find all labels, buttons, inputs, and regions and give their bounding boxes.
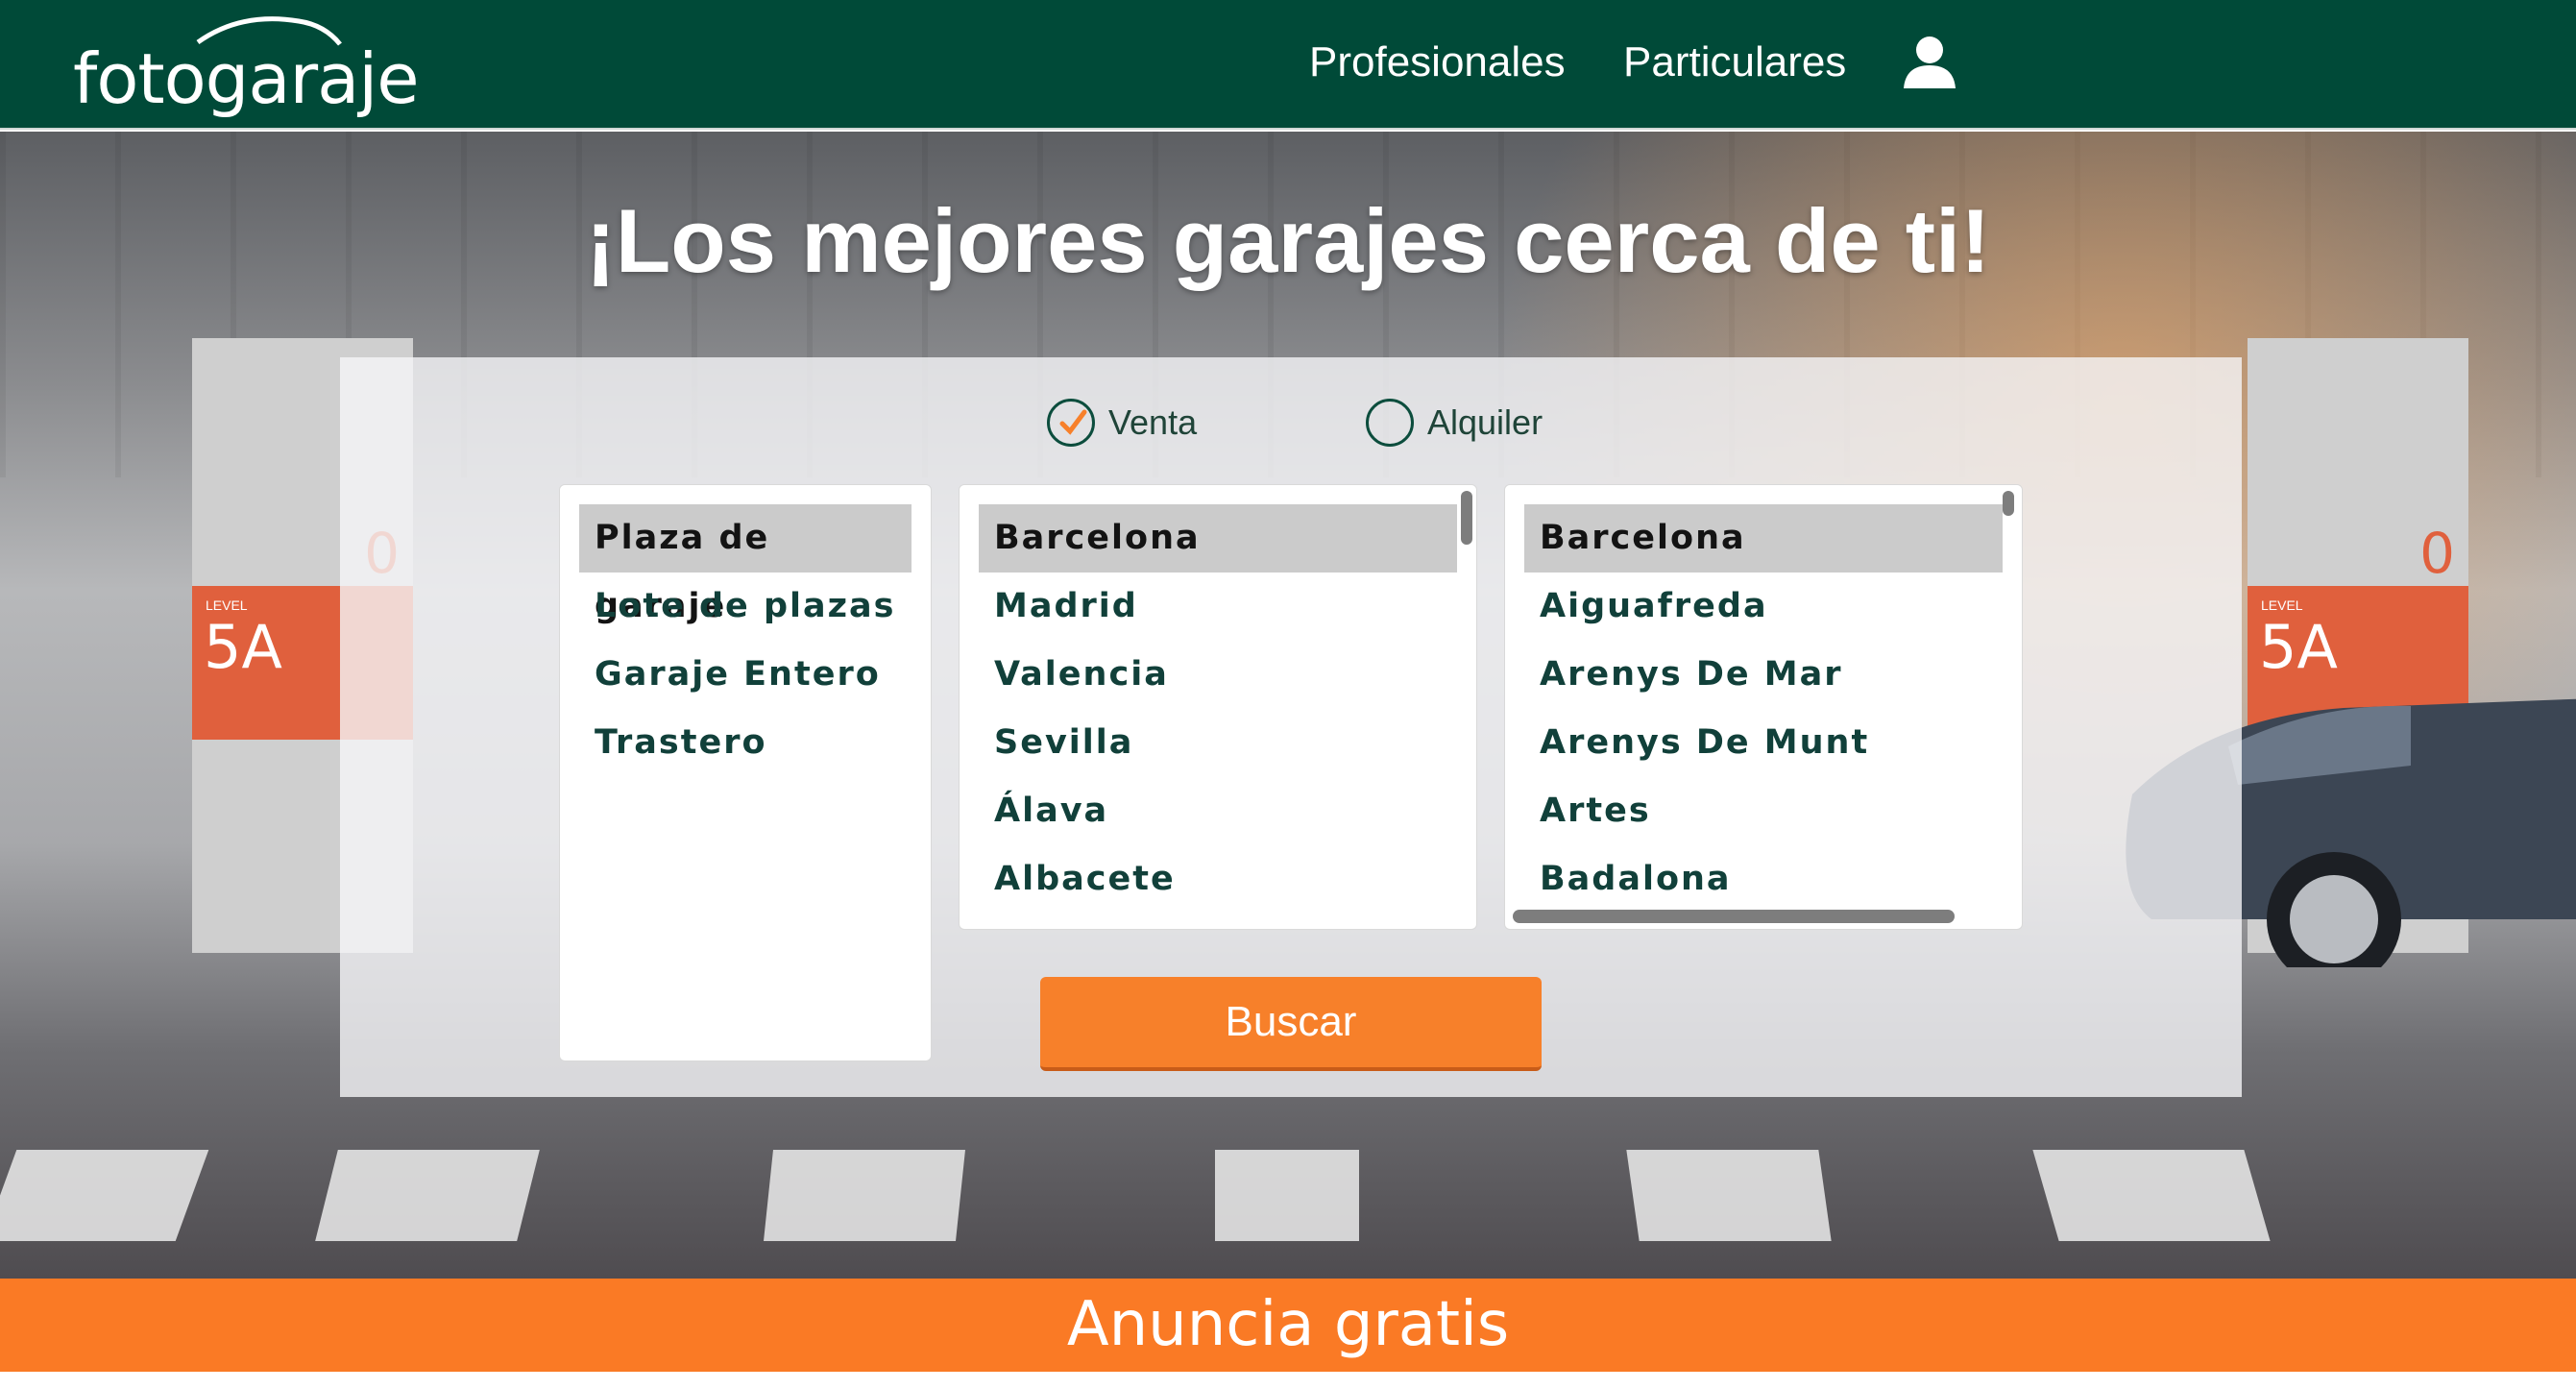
user-icon[interactable] bbox=[1902, 35, 1957, 88]
nav-particulares[interactable]: Particulares bbox=[1623, 38, 1846, 86]
fotogaraje-logo[interactable]: fotogaraje bbox=[73, 13, 420, 119]
checkmark-icon bbox=[1059, 409, 1087, 435]
province-listbox[interactable]: Barcelona Madrid Valencia Sevilla Álava … bbox=[959, 484, 1477, 930]
search-button[interactable]: Buscar bbox=[1040, 977, 1542, 1071]
hero-title: ¡Los mejores garajes cerca de ti! bbox=[585, 190, 1991, 291]
list-item-city[interactable]: Aiguafreda bbox=[1524, 573, 2003, 641]
pillar-code-label: 5A bbox=[204, 612, 282, 682]
list-item-city[interactable]: Barcelona bbox=[1524, 504, 2003, 573]
list-item-city[interactable]: Arenys De Mar bbox=[1524, 641, 2003, 709]
radio-circle-checked[interactable] bbox=[1047, 399, 1095, 447]
property-type-listbox[interactable]: Plaza de garaje Lote de plazas Garaje En… bbox=[559, 484, 932, 1061]
list-item-province[interactable]: Madrid bbox=[979, 573, 1457, 641]
floor-marking bbox=[1626, 1150, 1832, 1241]
page-bottom-strip bbox=[0, 1372, 2576, 1389]
floor-marking bbox=[1215, 1150, 1359, 1241]
nav-profesionales[interactable]: Profesionales bbox=[1309, 38, 1566, 86]
pillar-zero-label: 0 bbox=[2419, 521, 2455, 586]
radio-circle-unchecked[interactable] bbox=[1366, 399, 1414, 447]
list-item-city[interactable]: Arenys De Munt bbox=[1524, 709, 2003, 777]
list-item-province[interactable]: Valencia bbox=[979, 641, 1457, 709]
list-item-province[interactable]: Albacete bbox=[979, 845, 1457, 914]
radio-venta[interactable]: Venta bbox=[1047, 396, 1197, 450]
list-item-type[interactable]: Trastero bbox=[579, 709, 911, 777]
list-item-type[interactable]: Lote de plazas bbox=[579, 573, 911, 641]
list-item-type[interactable]: Garaje Entero bbox=[579, 641, 911, 709]
radio-venta-label: Venta bbox=[1108, 402, 1198, 442]
floor-marking bbox=[2032, 1150, 2271, 1241]
list-item-type[interactable]: Plaza de garaje bbox=[579, 504, 911, 625]
list-item-province[interactable]: Álava bbox=[979, 777, 1457, 845]
radio-alquiler-label: Alquiler bbox=[1427, 402, 1543, 442]
floor-marking bbox=[0, 1150, 209, 1241]
radio-alquiler[interactable]: Alquiler bbox=[1366, 396, 1543, 450]
logo-text: fotogaraje bbox=[73, 38, 420, 119]
city-vertical-scrollbar[interactable] bbox=[2003, 491, 2014, 516]
list-item-province[interactable]: Barcelona bbox=[979, 504, 1457, 573]
pillar-level-label: LEVEL bbox=[206, 597, 248, 613]
anuncia-gratis-label: Anuncia gratis bbox=[1066, 1289, 1510, 1360]
site-header: fotogaraje Profesionales Particulares bbox=[0, 0, 2576, 130]
floor-marking bbox=[315, 1150, 540, 1241]
list-item-province[interactable]: Sevilla bbox=[979, 709, 1457, 777]
city-listbox[interactable]: Barcelona Aiguafreda Arenys De Mar Areny… bbox=[1504, 484, 2023, 930]
list-item-city[interactable]: Artes bbox=[1524, 777, 2003, 845]
city-horizontal-scrollbar[interactable] bbox=[1513, 910, 1955, 923]
list-item-city[interactable]: Badalona bbox=[1524, 845, 2003, 914]
anuncia-gratis-bar[interactable]: Anuncia gratis bbox=[0, 1279, 2576, 1372]
floor-marking bbox=[764, 1150, 965, 1241]
province-scrollbar[interactable] bbox=[1461, 491, 1472, 545]
